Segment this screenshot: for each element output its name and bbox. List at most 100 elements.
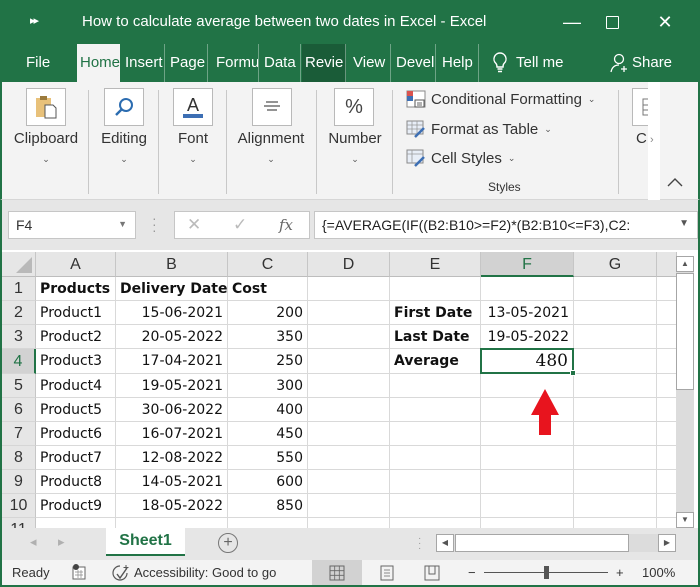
tab-formulas[interactable]: Formu	[209, 44, 259, 82]
tell-me-search[interactable]: Tell me	[492, 44, 582, 82]
scroll-down-button[interactable]: ▼	[676, 512, 694, 528]
select-all-button[interactable]	[2, 252, 36, 277]
cell-b4[interactable]: 17-04-2021	[116, 349, 228, 374]
cell-c6[interactable]: 400	[228, 398, 308, 422]
cell-e8[interactable]	[390, 446, 481, 470]
cell-d3[interactable]	[308, 325, 390, 349]
cell-c5[interactable]: 300	[228, 374, 308, 398]
cell-e5[interactable]	[390, 374, 481, 398]
scroll-up-button[interactable]: ▲	[676, 256, 694, 272]
cell-e1[interactable]	[390, 277, 481, 301]
cell-styles-button[interactable]: Cell Styles ⌄	[406, 147, 515, 169]
formula-input[interactable]: {=AVERAGE(IF((B2:B10>=F2)*(B2:B10<=F3),C…	[314, 211, 698, 239]
cell-f6[interactable]	[481, 398, 574, 422]
name-box[interactable]: F4 ▼	[8, 211, 136, 239]
cell-d4[interactable]	[308, 349, 390, 374]
column-header-f[interactable]: F	[481, 252, 574, 277]
cell-f3[interactable]: 19-05-2022	[481, 325, 574, 349]
cell-a1[interactable]: Products	[36, 277, 116, 301]
cell-d2[interactable]	[308, 301, 390, 325]
tab-split-handle[interactable]: · · ·	[418, 534, 421, 554]
cell-g2[interactable]	[574, 301, 657, 325]
cell-d6[interactable]	[308, 398, 390, 422]
cell-g3[interactable]	[574, 325, 657, 349]
cell-c11[interactable]	[228, 518, 308, 528]
row-header-4[interactable]: 4	[2, 349, 36, 374]
tab-home[interactable]: Home	[77, 44, 120, 82]
editing-group[interactable]: Editing ⌄	[90, 82, 158, 200]
cell-g4[interactable]	[574, 349, 657, 374]
cell-f7[interactable]	[481, 422, 574, 446]
sheet-next-icon[interactable]: ▸	[58, 534, 65, 550]
cell-a2[interactable]: Product1	[36, 301, 116, 325]
row-header-1[interactable]: 1	[2, 277, 36, 301]
cell-h10[interactable]	[657, 494, 677, 518]
worksheet-grid[interactable]: A B C D E F G 1 Products Delivery Date Cost 2 Produc…	[0, 250, 700, 528]
tab-insert[interactable]: Insert	[122, 44, 165, 82]
vertical-scroll-thumb[interactable]	[676, 273, 694, 390]
cell-c9[interactable]: 600	[228, 470, 308, 494]
cell-g5[interactable]	[574, 374, 657, 398]
row-header-7[interactable]: 7	[2, 422, 36, 446]
collapse-ribbon-button[interactable]	[666, 176, 684, 191]
column-header-d[interactable]: D	[308, 252, 390, 277]
cell-a5[interactable]: Product4	[36, 374, 116, 398]
insert-function-icon[interactable]: fx	[279, 216, 293, 234]
cell-d11[interactable]	[308, 518, 390, 528]
cell-g7[interactable]	[574, 422, 657, 446]
cell-e7[interactable]	[390, 422, 481, 446]
accessibility-check-icon[interactable]	[112, 564, 132, 582]
cell-a11[interactable]	[36, 518, 116, 528]
more-commands-icon[interactable]: ▸▸	[30, 14, 39, 27]
normal-view-button[interactable]	[312, 560, 362, 585]
cell-f2[interactable]: 13-05-2021	[481, 301, 574, 325]
clipboard-group[interactable]: Clipboard ⌄	[8, 82, 84, 200]
enter-icon[interactable]: ✓	[233, 215, 247, 235]
cell-b5[interactable]: 19-05-2021	[116, 374, 228, 398]
cell-h4[interactable]	[657, 349, 677, 374]
column-header-a[interactable]: A	[36, 252, 116, 277]
drag-handle[interactable]: · · ·	[152, 211, 157, 237]
cell-b11[interactable]	[116, 518, 228, 528]
cell-e11[interactable]	[390, 518, 481, 528]
row-header-9[interactable]: 9	[2, 470, 36, 494]
cell-h2[interactable]	[657, 301, 677, 325]
cell-d9[interactable]	[308, 470, 390, 494]
cell-f10[interactable]	[481, 494, 574, 518]
cell-d5[interactable]	[308, 374, 390, 398]
tab-page-layout[interactable]: Page	[166, 44, 208, 82]
maximize-button[interactable]	[592, 8, 632, 36]
cell-g8[interactable]	[574, 446, 657, 470]
cell-a7[interactable]: Product6	[36, 422, 116, 446]
cell-e4[interactable]: Average	[390, 349, 481, 374]
row-header-11[interactable]: 11	[2, 518, 36, 528]
cell-h6[interactable]	[657, 398, 677, 422]
cell-c7[interactable]: 450	[228, 422, 308, 446]
cell-h1[interactable]	[657, 277, 677, 301]
tab-view[interactable]: View	[347, 44, 391, 82]
zoom-out-button[interactable]: −	[468, 565, 476, 580]
cell-a4[interactable]: Product3	[36, 349, 116, 374]
cell-h11[interactable]	[657, 518, 677, 528]
row-header-3[interactable]: 3	[2, 325, 36, 349]
cell-g11[interactable]	[574, 518, 657, 528]
zoom-level[interactable]: 100%	[642, 565, 675, 580]
tab-data[interactable]: Data	[260, 44, 301, 82]
expand-formula-icon[interactable]: ▼	[679, 218, 689, 229]
column-header-h-partial[interactable]	[657, 252, 677, 277]
row-header-2[interactable]: 2	[2, 301, 36, 325]
cell-d10[interactable]	[308, 494, 390, 518]
row-header-10[interactable]: 10	[2, 494, 36, 518]
cell-b10[interactable]: 18-05-2022	[116, 494, 228, 518]
column-header-b[interactable]: B	[116, 252, 228, 277]
cell-g10[interactable]	[574, 494, 657, 518]
cell-b2[interactable]: 15-06-2021	[116, 301, 228, 325]
sheet-tab-sheet1[interactable]: Sheet1	[106, 528, 185, 556]
cell-h5[interactable]	[657, 374, 677, 398]
cell-d7[interactable]	[308, 422, 390, 446]
cell-h8[interactable]	[657, 446, 677, 470]
zoom-in-button[interactable]: +	[616, 565, 624, 580]
cell-a9[interactable]: Product8	[36, 470, 116, 494]
cell-e9[interactable]	[390, 470, 481, 494]
zoom-slider-thumb[interactable]	[544, 566, 549, 579]
